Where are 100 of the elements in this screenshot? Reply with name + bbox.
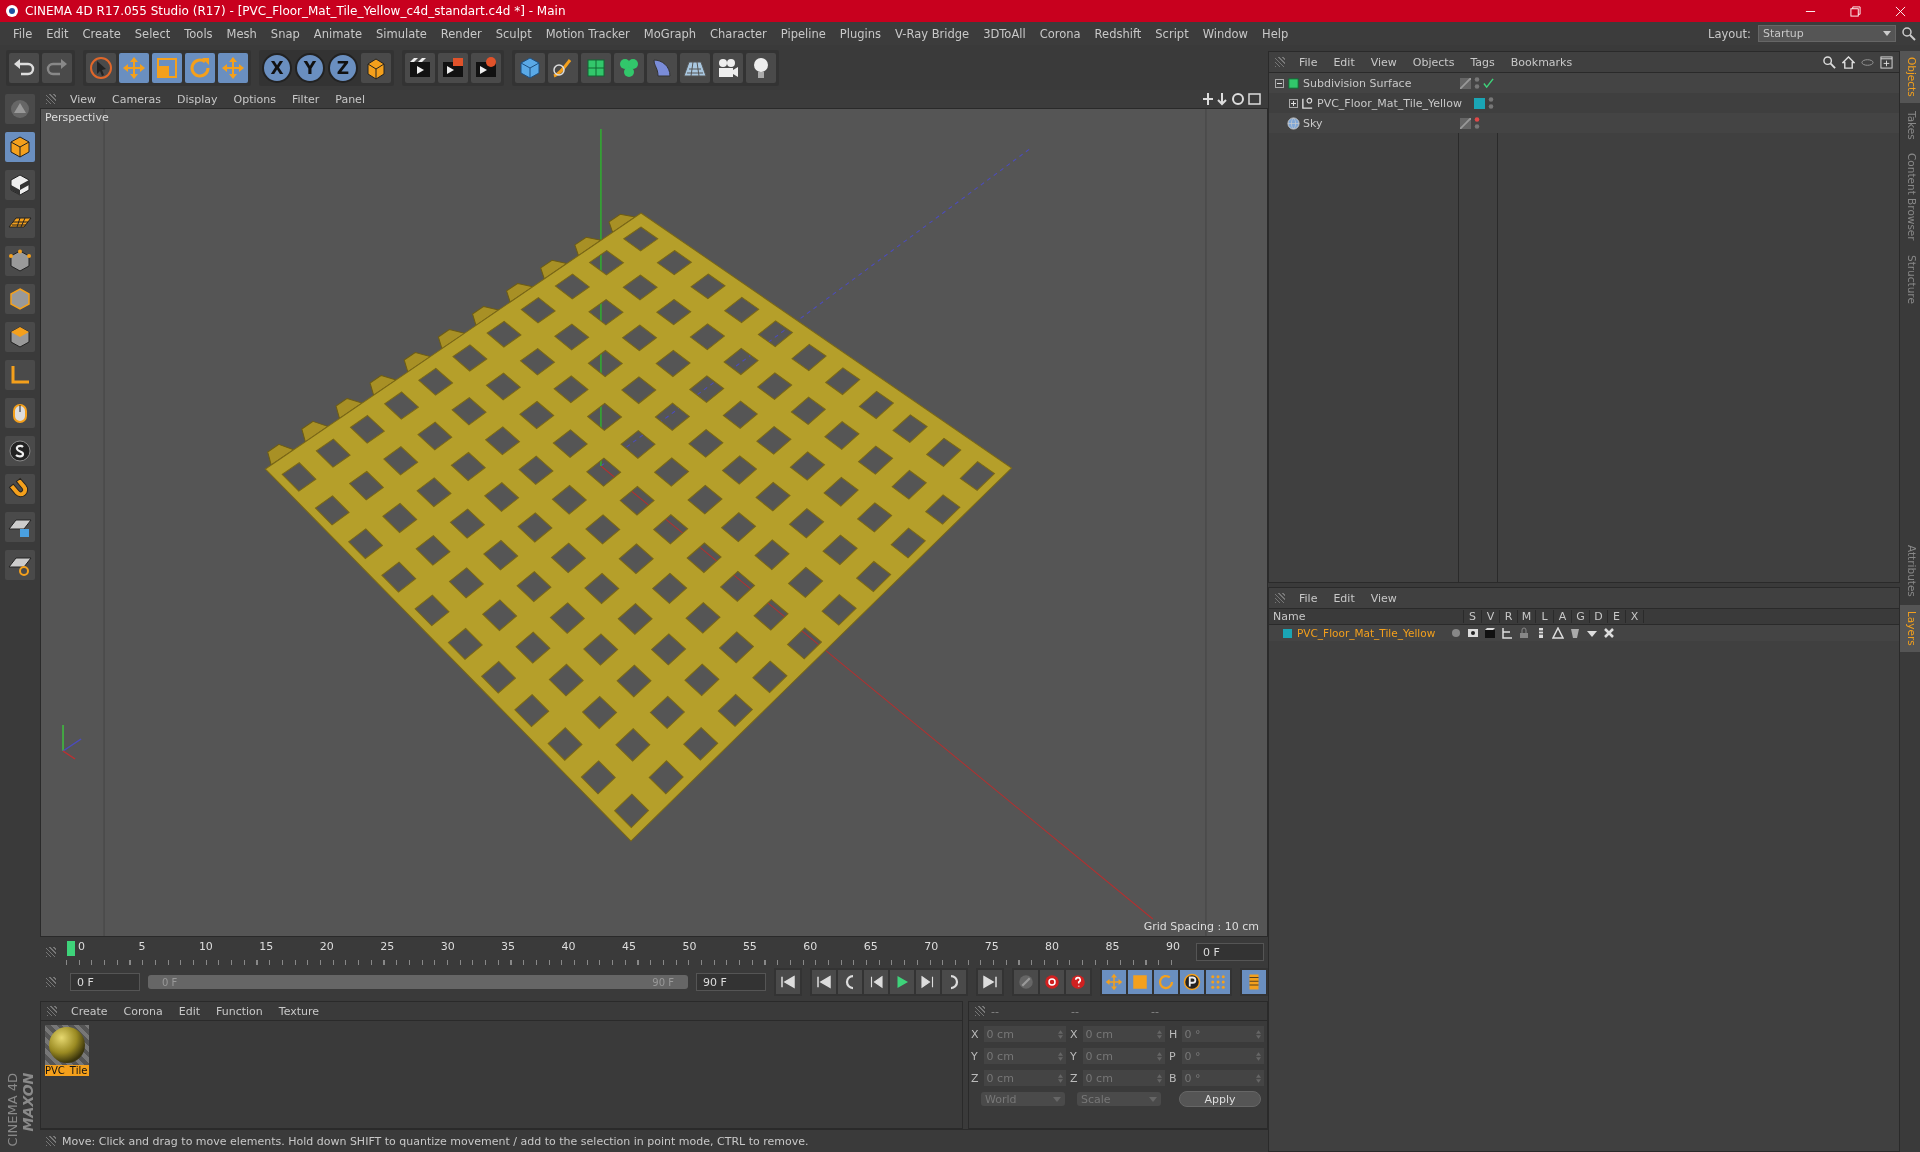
menu-item[interactable]: Mesh bbox=[219, 26, 264, 41]
grip-icon[interactable] bbox=[46, 947, 56, 957]
sculpt-icon[interactable] bbox=[5, 94, 35, 124]
grip-icon[interactable] bbox=[1275, 57, 1285, 67]
material-swatch[interactable]: PVC_Tile bbox=[45, 1025, 89, 1076]
side-tab[interactable]: Objects bbox=[1900, 51, 1920, 103]
layer-color-swatch[interactable] bbox=[1283, 628, 1292, 638]
coordinate-system-icon[interactable] bbox=[361, 52, 391, 83]
menu-item[interactable]: File bbox=[1291, 591, 1326, 605]
cube-icon[interactable] bbox=[5, 132, 35, 162]
menu-item[interactable]: Plugins bbox=[832, 26, 889, 41]
menu-item[interactable]: Edit bbox=[170, 1004, 208, 1018]
timeline-ruler[interactable]: 0 5 10 15 20 25 30 35 40 45 50 55 60 65 70 75 80 85 90 bbox=[66, 939, 1180, 965]
deformer-icon[interactable] bbox=[1569, 627, 1581, 639]
axis-icon[interactable] bbox=[5, 360, 35, 390]
help-icon[interactable] bbox=[1066, 970, 1090, 994]
points-cube-icon[interactable] bbox=[5, 246, 35, 276]
layer-color-swatch[interactable] bbox=[1474, 97, 1485, 109]
menu-item[interactable]: Help bbox=[1255, 26, 1296, 41]
visibility-dots-icon[interactable] bbox=[1488, 96, 1494, 110]
menu-item[interactable]: Snap bbox=[263, 26, 307, 41]
render-icon[interactable] bbox=[438, 52, 468, 83]
menu-item[interactable]: V-Ray Bridge bbox=[888, 26, 977, 41]
menu-item[interactable]: Redshift bbox=[1087, 26, 1149, 41]
parameter-icon[interactable] bbox=[1180, 970, 1204, 994]
clapboard-icon[interactable] bbox=[1484, 627, 1496, 639]
menu-item[interactable]: Motion Tracker bbox=[538, 26, 637, 41]
viewport-menu-item[interactable]: Options bbox=[225, 92, 284, 106]
menu-item[interactable]: Corona bbox=[1032, 26, 1088, 41]
cloner-icon[interactable] bbox=[614, 52, 644, 83]
play-icon[interactable] bbox=[890, 970, 914, 994]
menu-item[interactable]: Corona bbox=[115, 1004, 171, 1018]
expand-icon[interactable] bbox=[1289, 98, 1298, 108]
xref-icon[interactable] bbox=[1603, 627, 1615, 639]
grid-rotate-icon[interactable] bbox=[5, 550, 35, 580]
menu-item[interactable]: Render bbox=[433, 26, 489, 41]
go-to-start-icon[interactable] bbox=[812, 970, 836, 994]
record-icon[interactable] bbox=[1040, 970, 1064, 994]
checkmark-icon[interactable] bbox=[1483, 77, 1494, 89]
viewport-menu-item[interactable]: Display bbox=[169, 92, 226, 106]
dot-icon[interactable] bbox=[1450, 627, 1462, 639]
menu-item[interactable]: Function bbox=[208, 1004, 271, 1018]
grip-icon[interactable] bbox=[975, 1006, 985, 1016]
menu-item[interactable]: View bbox=[1362, 55, 1405, 69]
grip-icon[interactable] bbox=[46, 94, 56, 104]
search-icon[interactable] bbox=[1823, 55, 1836, 69]
visibility-dots-icon[interactable] bbox=[1474, 116, 1480, 130]
axis-lock-button[interactable]: X bbox=[262, 52, 292, 83]
menu-item[interactable]: 3DToAll bbox=[976, 26, 1033, 41]
checker-cube-icon[interactable] bbox=[5, 170, 35, 200]
pointer-icon[interactable] bbox=[86, 52, 116, 83]
layout-dropdown[interactable]: Startup bbox=[1758, 25, 1896, 42]
deformer-icon[interactable] bbox=[647, 52, 677, 83]
apply-button[interactable]: Apply bbox=[1179, 1091, 1261, 1107]
subdivision-icon[interactable] bbox=[581, 52, 611, 83]
menu-item[interactable]: Pipeline bbox=[773, 26, 833, 41]
layer-off-icon[interactable] bbox=[1460, 77, 1471, 89]
menu-item[interactable]: Objects bbox=[1404, 55, 1463, 69]
object-name[interactable]: Sky bbox=[1303, 116, 1323, 130]
go-to-start-icon[interactable] bbox=[776, 970, 800, 994]
light-bulb-icon[interactable] bbox=[746, 52, 776, 83]
collapse-icon[interactable] bbox=[1275, 78, 1284, 88]
menu-item[interactable]: Bookmarks bbox=[1502, 55, 1581, 69]
menu-item[interactable]: Animate bbox=[306, 26, 369, 41]
cube-icon[interactable] bbox=[515, 52, 545, 83]
magnet-icon[interactable] bbox=[5, 474, 35, 504]
layer-off-icon[interactable] bbox=[1460, 117, 1471, 129]
end-frame-field[interactable]: 90 F bbox=[696, 973, 766, 991]
polygons-cube-icon[interactable] bbox=[5, 322, 35, 352]
menu-item[interactable]: Create bbox=[75, 26, 128, 41]
lock-grid-icon[interactable] bbox=[5, 512, 35, 542]
timeline-icon[interactable] bbox=[1242, 970, 1266, 994]
viewport[interactable]: Perspective Grid Spacing : 10 cm bbox=[40, 108, 1268, 937]
next-key-icon[interactable] bbox=[942, 970, 966, 994]
menu-item[interactable]: File bbox=[6, 26, 40, 41]
side-tab[interactable]: Layers bbox=[1900, 605, 1920, 652]
menu-item[interactable]: Edit bbox=[39, 26, 76, 41]
grip-icon[interactable] bbox=[46, 977, 56, 987]
move-icon[interactable] bbox=[218, 52, 248, 83]
menu-item[interactable]: Tools bbox=[177, 26, 220, 41]
axis-lock-button[interactable]: Y bbox=[295, 52, 325, 83]
rotate-icon[interactable] bbox=[185, 52, 215, 83]
menu-item[interactable]: Edit bbox=[1325, 55, 1363, 69]
menu-item[interactable]: MoGraph bbox=[636, 26, 704, 41]
viewport-menu-item[interactable]: Filter bbox=[284, 92, 328, 106]
menu-item[interactable]: Create bbox=[63, 1004, 116, 1018]
move-icon[interactable] bbox=[119, 52, 149, 83]
go-to-end-icon[interactable] bbox=[978, 970, 1002, 994]
next-frame-icon[interactable] bbox=[916, 970, 940, 994]
restore-icon[interactable] bbox=[1850, 5, 1861, 17]
lock-icon[interactable] bbox=[1518, 627, 1530, 639]
current-frame-field[interactable]: 0 F bbox=[1196, 943, 1264, 961]
home-icon[interactable] bbox=[1842, 55, 1855, 69]
snap-icon[interactable] bbox=[5, 436, 35, 466]
layer-name[interactable]: PVC_Floor_Mat_Tile_Yellow bbox=[1297, 627, 1445, 639]
menu-item[interactable]: Texture bbox=[270, 1004, 328, 1018]
viewport-menu-item[interactable]: Cameras bbox=[104, 92, 169, 106]
grid-plane-icon[interactable] bbox=[5, 208, 35, 238]
new-window-icon[interactable] bbox=[1880, 55, 1893, 69]
menu-item[interactable]: Sculpt bbox=[488, 26, 539, 41]
